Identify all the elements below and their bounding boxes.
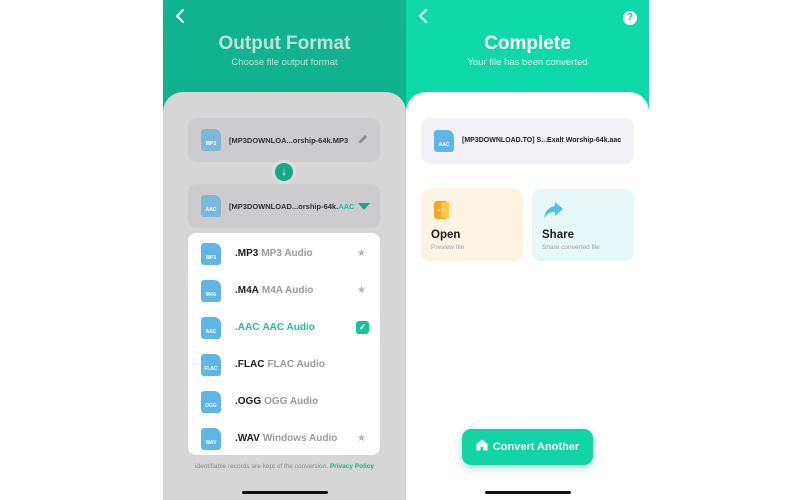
converted-file-name: [MP3DOWNLOAD.TO] S...Exalt Worship-64k.a… <box>462 137 622 144</box>
flac-file-icon: FLAC <box>201 354 221 376</box>
format-option-label: .FLAC FLAC Audio <box>235 359 325 370</box>
format-ext: .FLAC <box>235 359 265 370</box>
format-desc: AAC Audio <box>262 322 315 333</box>
wav-file-icon: WAV <box>201 428 221 450</box>
chevron-left-icon <box>418 8 428 24</box>
file-icon-label: MP3 <box>205 255 217 261</box>
format-desc: Windows Audio <box>262 433 338 444</box>
privacy-policy-link[interactable]: Privacy Policy <box>330 463 374 470</box>
arrow-down-icon: ↓ <box>275 163 293 181</box>
source-file-card: MP3 [MP3DOWNLOA...orship-64k.MP3 <box>188 118 380 162</box>
target-file-name-prefix: [MP3DOWNLOAD...orship-64k. <box>229 202 339 211</box>
file-icon-label: AAC <box>438 142 450 148</box>
convert-another-label: Convert Another <box>492 441 580 453</box>
format-option-wav[interactable]: WAV .WAV Windows Audio ★ <box>188 421 380 458</box>
file-icon-label: M4A <box>205 292 217 298</box>
format-option-label: .OGG OGG Audio <box>235 396 318 407</box>
format-option-aac[interactable]: AAC .AAC AAC Audio ✓ <box>188 310 380 347</box>
mp3-file-icon: MP3 <box>201 243 221 265</box>
aac-file-icon: AAC <box>434 130 454 152</box>
output-format-screen: Output Format Choose file output format … <box>163 0 406 500</box>
share-label: Share <box>542 229 574 241</box>
privacy-note-text: identifiable records are kept of the con… <box>195 463 329 470</box>
convert-another-button[interactable]: Convert Another <box>462 429 593 465</box>
format-dropdown-menu: MP3 .MP3 MP3 Audio ★ M4A .M4A M4A Audio ★ AAC .AA… <box>188 233 380 455</box>
format-desc: FLAC Audio <box>267 359 325 370</box>
aac-file-icon: AAC <box>201 317 221 339</box>
format-option-label: .AAC AAC Audio <box>235 322 315 333</box>
target-file-ext: AAC <box>338 202 355 211</box>
format-sheet: MP3 [MP3DOWNLOA...orship-64k.MP3 ↓ AAC [… <box>163 92 406 500</box>
page-subtitle: Choose file output format <box>231 57 338 68</box>
help-icon[interactable]: ? <box>623 11 637 25</box>
open-sublabel: Preview file <box>431 244 465 251</box>
privacy-note: identifiable records are kept of the con… <box>163 463 406 470</box>
format-ext: .AAC <box>235 322 260 333</box>
converted-file-card: AAC [MP3DOWNLOAD.TO] S...Exalt Worship-6… <box>421 118 634 164</box>
source-file-name: [MP3DOWNLOA...orship-64k.MP3 <box>229 136 349 145</box>
file-icon-label: AAC <box>205 207 217 213</box>
format-option-ogg[interactable]: OGG .OGG OGG Audio <box>188 384 380 421</box>
format-option-label: .MP3 MP3 Audio <box>235 248 313 259</box>
home-icon <box>476 439 488 451</box>
star-icon[interactable]: ★ <box>357 433 366 444</box>
format-option-label: .WAV Windows Audio <box>235 433 337 444</box>
format-desc: OGG Audio <box>264 396 319 407</box>
home-indicator <box>484 491 571 494</box>
checkmark-icon: ✓ <box>356 321 369 334</box>
open-label: Open <box>431 229 461 241</box>
m4a-file-icon: M4A <box>201 280 221 302</box>
page-subtitle: Your file has been converted <box>467 57 588 68</box>
share-button[interactable]: Share Share converted file <box>532 189 634 261</box>
star-icon[interactable]: ★ <box>357 248 366 259</box>
pencil-icon[interactable] <box>357 133 369 145</box>
file-icon-label: MP3 <box>205 141 217 147</box>
format-option-flac[interactable]: FLAC .FLAC FLAC Audio <box>188 347 380 384</box>
format-desc: M4A Audio <box>261 285 314 296</box>
format-ext: .WAV <box>235 433 260 444</box>
file-icon-label: OGG <box>205 403 217 409</box>
file-icon-label: FLAC <box>204 366 218 372</box>
result-sheet: AAC [MP3DOWNLOAD.TO] S...Exalt Worship-6… <box>406 92 649 500</box>
page-title: Output Format <box>218 33 351 54</box>
format-ext: .MP3 <box>235 248 259 259</box>
format-desc: MP3 Audio <box>261 248 313 259</box>
ogg-file-icon: OGG <box>201 391 221 413</box>
star-icon[interactable]: ★ <box>357 285 366 296</box>
home-indicator <box>241 491 328 494</box>
triangle-down-icon[interactable] <box>358 203 370 210</box>
share-arrow-icon <box>544 202 563 218</box>
target-format-selector[interactable]: AAC [MP3DOWNLOAD...orship-64k.AAC <box>188 184 380 228</box>
share-sublabel: Share converted file <box>542 244 600 251</box>
back-button[interactable] <box>171 8 189 26</box>
mp3-file-icon: MP3 <box>201 129 221 151</box>
format-ext: .M4A <box>235 285 259 296</box>
file-icon-label: WAV <box>205 440 217 446</box>
format-option-m4a[interactable]: M4A .M4A M4A Audio ★ <box>188 273 380 310</box>
aac-file-icon: AAC <box>201 195 221 217</box>
file-icon-label: AAC <box>205 329 217 335</box>
chevron-left-icon <box>175 8 185 24</box>
open-button[interactable]: Open Preview file <box>421 189 523 261</box>
format-option-label: .M4A M4A Audio <box>235 285 313 296</box>
format-ext: .OGG <box>235 396 262 407</box>
format-option-mp3[interactable]: MP3 .MP3 MP3 Audio ★ <box>188 236 380 273</box>
open-door-icon <box>434 201 449 219</box>
target-file-name: [MP3DOWNLOAD...orship-64k.AAC <box>229 202 354 211</box>
back-button[interactable] <box>414 8 432 26</box>
complete-screen: ? Complete Your file has been converted … <box>406 0 649 500</box>
page-title: Complete <box>484 33 571 54</box>
